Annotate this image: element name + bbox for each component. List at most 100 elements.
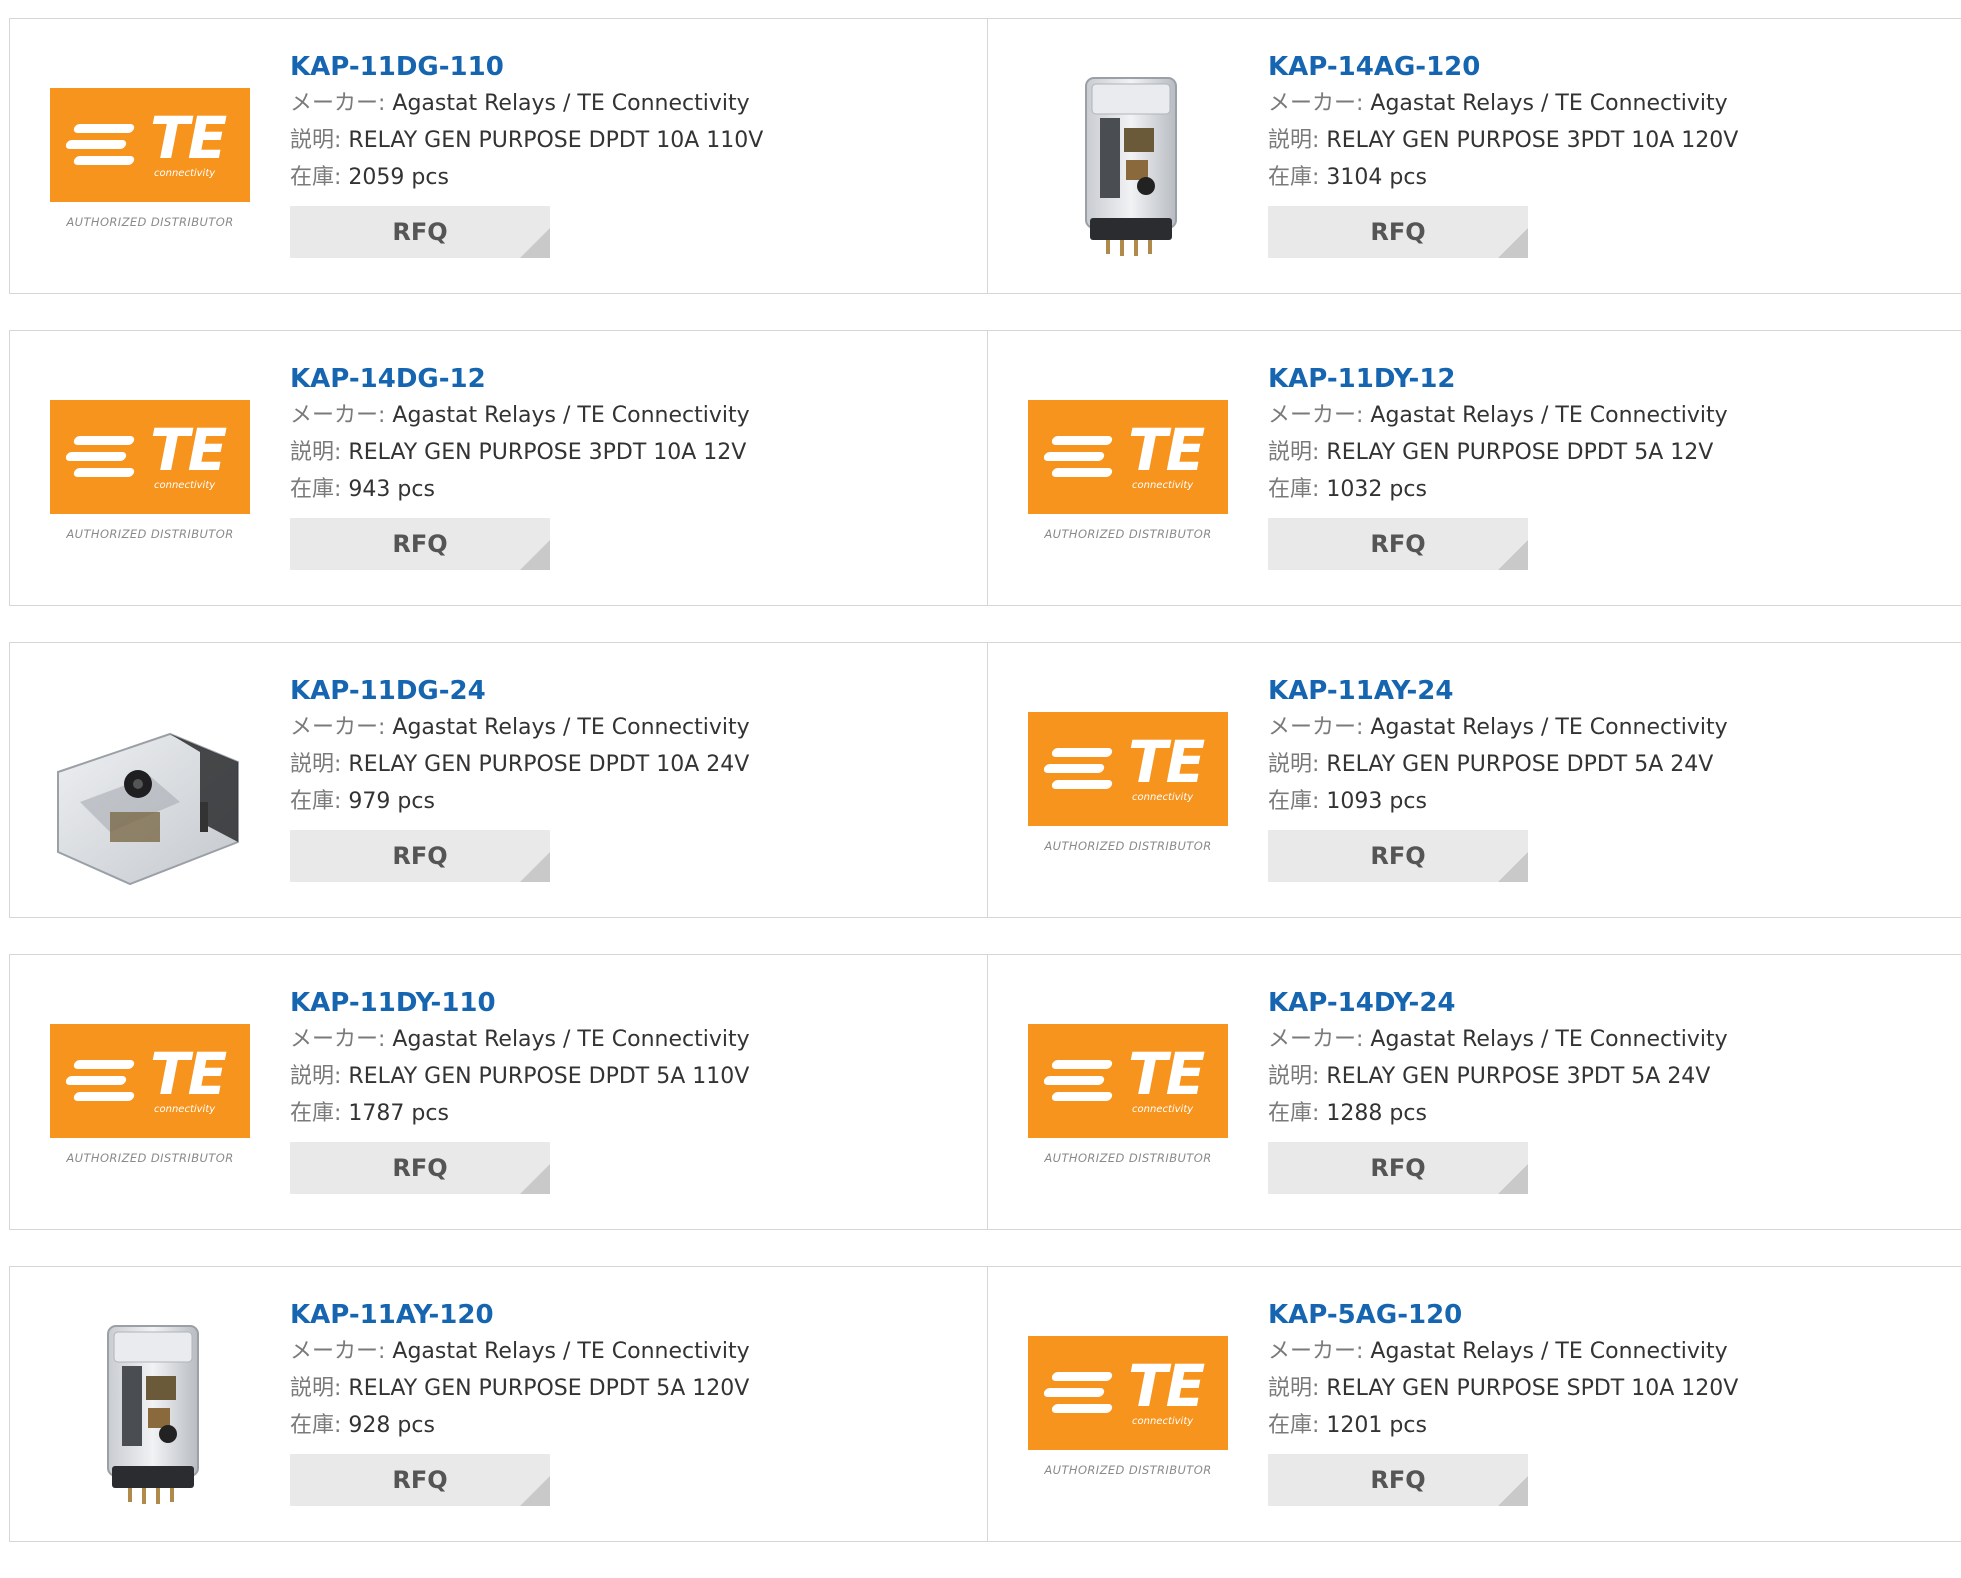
te-connectivity-logo: TE connectivity AUTHORIZED DISTRIBUTOR [50, 1004, 250, 1204]
product-row: KAP-11AY-120 メーカー: Agastat Relays / TE C… [9, 1266, 1961, 1542]
rfq-button[interactable]: RFQ [1268, 1454, 1528, 1506]
product-image[interactable]: TE connectivity AUTHORIZED DISTRIBUTOR [50, 68, 250, 268]
rfq-button[interactable]: RFQ [290, 1142, 550, 1194]
manufacturer-label: メーカー: [290, 91, 386, 116]
manufacturer-label: メーカー: [1268, 403, 1364, 428]
product-image[interactable]: TE connectivity AUTHORIZED DISTRIBUTOR [1028, 692, 1228, 892]
description-label: 説明: [1268, 128, 1320, 153]
product-part-link[interactable]: KAP-14AG-120 [1268, 49, 1928, 85]
product-image[interactable]: TE connectivity AUTHORIZED DISTRIBUTOR [1028, 380, 1228, 580]
stock-label: 在庫: [1268, 165, 1320, 190]
description-line: 説明: RELAY GEN PURPOSE DPDT 5A 24V [1268, 746, 1928, 783]
product-part-link[interactable]: KAP-11DY-12 [1268, 361, 1928, 397]
rfq-button[interactable]: RFQ [1268, 206, 1528, 258]
rfq-corner-decoration [520, 228, 550, 258]
stock-value: 1787 pcs [348, 1101, 449, 1126]
te-logo-subtext: connectivity [154, 1104, 216, 1115]
te-logo-badge: TE connectivity [1028, 1024, 1228, 1138]
te-logo-caption: AUTHORIZED DISTRIBUTOR [66, 1151, 234, 1165]
te-logo-caption: AUTHORIZED DISTRIBUTOR [66, 215, 234, 229]
rfq-button-label: RFQ [392, 842, 448, 870]
product-image[interactable]: TE connectivity AUTHORIZED DISTRIBUTOR [1028, 1004, 1228, 1204]
rfq-button-label: RFQ [1370, 1154, 1426, 1182]
product-image[interactable] [1028, 68, 1228, 268]
product-part-link[interactable]: KAP-14DG-12 [290, 361, 950, 397]
stock-label: 在庫: [290, 165, 342, 190]
manufacturer-label: メーカー: [290, 715, 386, 740]
rfq-button[interactable]: RFQ [1268, 1142, 1528, 1194]
rfq-button[interactable]: RFQ [290, 206, 550, 258]
product-image[interactable] [50, 692, 250, 892]
te-logo-badge: TE connectivity [1028, 1336, 1228, 1450]
manufacturer-label: メーカー: [1268, 1339, 1364, 1364]
stock-value: 2059 pcs [348, 165, 449, 190]
stock-value: 928 pcs [348, 1413, 435, 1438]
te-logo-text: TE [150, 1040, 227, 1108]
rfq-button[interactable]: RFQ [1268, 830, 1528, 882]
te-logo-bar [72, 156, 136, 165]
te-logo-subtext: connectivity [1132, 480, 1194, 491]
product-part-link[interactable]: KAP-5AG-120 [1268, 1297, 1928, 1333]
manufacturer-value: Agastat Relays / TE Connectivity [1370, 1339, 1728, 1364]
description-value: RELAY GEN PURPOSE DPDT 5A 24V [1326, 752, 1714, 777]
product-part-link[interactable]: KAP-11AY-120 [290, 1297, 950, 1333]
product-image[interactable]: TE connectivity AUTHORIZED DISTRIBUTOR [50, 380, 250, 580]
description-value: RELAY GEN PURPOSE DPDT 10A 24V [348, 752, 750, 777]
product-card: TE connectivity AUTHORIZED DISTRIBUTOR K… [988, 1267, 1961, 1541]
description-label: 説明: [290, 128, 342, 153]
rfq-corner-decoration [520, 852, 550, 882]
description-value: RELAY GEN PURPOSE DPDT 5A 120V [348, 1376, 750, 1401]
description-line: 説明: RELAY GEN PURPOSE DPDT 5A 12V [1268, 434, 1928, 471]
te-logo-caption: AUTHORIZED DISTRIBUTOR [66, 527, 234, 541]
product-part-link[interactable]: KAP-11DY-110 [290, 985, 950, 1021]
stock-line: 在庫: 1093 pcs [1268, 783, 1928, 820]
rfq-button-label: RFQ [1370, 218, 1426, 246]
te-logo-badge: TE connectivity [50, 400, 250, 514]
rfq-button[interactable]: RFQ [290, 1454, 550, 1506]
description-line: 説明: RELAY GEN PURPOSE DPDT 5A 120V [290, 1370, 950, 1407]
te-logo-text: TE [150, 416, 227, 484]
te-logo-bar [72, 124, 136, 133]
rfq-button[interactable]: RFQ [290, 830, 550, 882]
product-info: KAP-11DG-110 メーカー: Agastat Relays / TE C… [290, 49, 950, 258]
product-part-link[interactable]: KAP-11DG-110 [290, 49, 950, 85]
te-connectivity-logo: TE connectivity AUTHORIZED DISTRIBUTOR [50, 68, 250, 268]
product-image[interactable] [50, 1316, 250, 1516]
rfq-corner-decoration [1498, 540, 1528, 570]
stock-line: 在庫: 979 pcs [290, 783, 950, 820]
product-part-link[interactable]: KAP-11DG-24 [290, 673, 950, 709]
rfq-corner-decoration [1498, 1164, 1528, 1194]
product-part-link[interactable]: KAP-14DY-24 [1268, 985, 1928, 1021]
te-logo-text: TE [1128, 416, 1205, 484]
stock-label: 在庫: [1268, 789, 1320, 814]
te-logo-text: TE [1128, 1040, 1205, 1108]
description-value: RELAY GEN PURPOSE DPDT 5A 110V [348, 1064, 750, 1089]
te-logo-badge: TE connectivity [1028, 712, 1228, 826]
te-logo-bar [1042, 1388, 1106, 1397]
te-logo-bar [1050, 1372, 1114, 1381]
product-part-link[interactable]: KAP-11AY-24 [1268, 673, 1928, 709]
rfq-button-label: RFQ [1370, 530, 1426, 558]
rfq-button-label: RFQ [1370, 842, 1426, 870]
manufacturer-line: メーカー: Agastat Relays / TE Connectivity [1268, 709, 1928, 746]
product-info: KAP-11DG-24 メーカー: Agastat Relays / TE Co… [290, 673, 950, 882]
relay-product-photo [107, 1325, 199, 1504]
product-image[interactable]: TE connectivity AUTHORIZED DISTRIBUTOR [50, 1004, 250, 1204]
rfq-button[interactable]: RFQ [290, 518, 550, 570]
manufacturer-label: メーカー: [290, 1339, 386, 1364]
description-value: RELAY GEN PURPOSE 3PDT 10A 120V [1326, 128, 1739, 153]
manufacturer-line: メーカー: Agastat Relays / TE Connectivity [1268, 397, 1928, 434]
product-info: KAP-14DY-24 メーカー: Agastat Relays / TE Co… [1268, 985, 1928, 1194]
stock-value: 979 pcs [348, 789, 435, 814]
product-row: TE connectivity AUTHORIZED DISTRIBUTOR K… [9, 330, 1961, 606]
rfq-button-label: RFQ [1370, 1466, 1426, 1494]
description-label: 説明: [290, 1064, 342, 1089]
stock-label: 在庫: [290, 789, 342, 814]
manufacturer-value: Agastat Relays / TE Connectivity [392, 1027, 750, 1052]
product-image[interactable]: TE connectivity AUTHORIZED DISTRIBUTOR [1028, 1316, 1228, 1516]
manufacturer-line: メーカー: Agastat Relays / TE Connectivity [290, 709, 950, 746]
stock-line: 在庫: 943 pcs [290, 471, 950, 508]
te-logo-subtext: connectivity [154, 168, 216, 179]
rfq-button[interactable]: RFQ [1268, 518, 1528, 570]
stock-label: 在庫: [1268, 1413, 1320, 1438]
